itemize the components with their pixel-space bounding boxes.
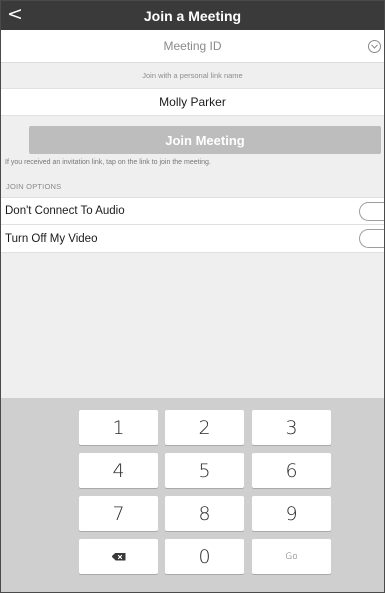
key-4[interactable]: 4: [79, 453, 158, 488]
option-dont-connect-audio: Don't Connect To Audio: [1, 197, 384, 225]
key-9[interactable]: 9: [252, 496, 331, 531]
go-key[interactable]: Go: [252, 539, 331, 574]
join-options-header: JOIN OPTIONS: [6, 182, 62, 191]
option-label: Don't Connect To Audio: [5, 205, 125, 217]
option-label: Turn Off My Video: [5, 232, 98, 245]
personal-link-option[interactable]: Join with a personal link name: [1, 63, 384, 88]
video-toggle[interactable]: [359, 229, 384, 248]
audio-toggle[interactable]: [359, 202, 384, 221]
key-5[interactable]: 5: [165, 453, 244, 488]
option-turn-off-video: Turn Off My Video: [1, 225, 384, 253]
backspace-key[interactable]: [79, 539, 158, 574]
meeting-id-input[interactable]: [42, 39, 343, 53]
key-0[interactable]: 0: [165, 539, 244, 574]
key-2[interactable]: 2: [165, 410, 244, 445]
key-3[interactable]: 3: [252, 410, 331, 445]
page-title: Join a Meeting: [143, 7, 242, 24]
backspace-icon: [111, 552, 126, 561]
numeric-keypad: 1 2 3 4 5 6 7 8 9 0 Go: [1, 398, 384, 592]
join-meeting-button[interactable]: Join Meeting: [29, 126, 381, 154]
key-8[interactable]: 8: [165, 496, 244, 531]
header-bar: < Join a Meeting: [1, 1, 384, 30]
meeting-id-row: [1, 30, 384, 63]
name-row: [1, 88, 384, 116]
key-1[interactable]: 1: [79, 410, 158, 445]
key-6[interactable]: 6: [252, 453, 331, 488]
invitation-hint: If you received an invitation link, tap …: [5, 159, 211, 166]
join-meeting-screen: < Join a Meeting Join with a personal li…: [0, 0, 385, 593]
screen-name-input[interactable]: [42, 95, 343, 109]
back-icon[interactable]: <: [7, 3, 23, 25]
chevron-down-icon[interactable]: [368, 40, 381, 53]
key-7[interactable]: 7: [79, 496, 158, 531]
